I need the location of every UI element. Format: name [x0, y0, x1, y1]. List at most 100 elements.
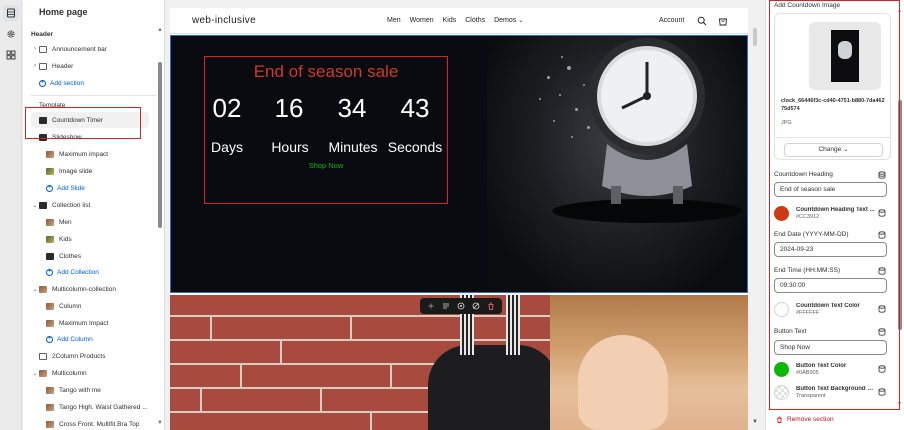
face	[578, 335, 668, 430]
tree-item-header[interactable]: › Header	[31, 58, 164, 74]
trash-icon[interactable]	[487, 302, 495, 310]
scrollbar-thumb[interactable]	[898, 100, 902, 330]
countdown-heading-input[interactable]: End of season sale	[774, 182, 887, 197]
dynamic-source-icon[interactable]	[878, 388, 886, 396]
chevron-right-icon[interactable]: ›	[31, 46, 39, 52]
menu-item-demos[interactable]: Demos ⌄	[494, 17, 523, 24]
apps-icon[interactable]	[3, 47, 19, 63]
tree-item-multicolumn-collection[interactable]: ⌄ Multicolumn-collection	[31, 281, 164, 297]
plus-circle-icon: +	[39, 79, 46, 87]
sections-icon[interactable]	[3, 5, 19, 21]
tree-item-maximum-impact-2[interactable]: Maximum Impact	[46, 315, 164, 331]
tree-item-2column-products[interactable]: 2Column Products	[31, 348, 164, 364]
cart-icon[interactable]	[718, 16, 728, 26]
hide-icon[interactable]	[472, 302, 480, 310]
tree-item-kids[interactable]: Kids	[46, 231, 164, 247]
duplicate-icon[interactable]	[457, 302, 465, 310]
chevron-down-icon[interactable]: ⌄	[31, 134, 39, 141]
scrollbar-thumb[interactable]	[753, 28, 757, 46]
text-color-swatch[interactable]	[774, 302, 789, 317]
preview-scrollbar[interactable]: ▼	[752, 24, 758, 430]
dynamic-source-icon[interactable]	[878, 231, 886, 239]
tree-item-collection-list[interactable]: ⌄ Collection list	[31, 197, 164, 213]
dynamic-source-icon[interactable]	[878, 267, 886, 275]
image-thumbnail-icon	[46, 403, 54, 411]
scroll-up-arrow-icon[interactable]: ▲	[897, 8, 902, 14]
image-picker-card[interactable]: clock_66446f3c-cd40-4751-b880-7da46275d5…	[774, 13, 891, 160]
theme-editor: Home page Header › Announcement bar › He…	[0, 0, 904, 430]
site-logo[interactable]: web-inclusive	[192, 15, 256, 26]
menu-item-kids[interactable]: Kids	[443, 17, 457, 24]
tree-item-image-slide[interactable]: Image slide	[46, 163, 164, 179]
scroll-down-arrow-icon[interactable]: ▼	[157, 420, 163, 426]
multicolumn-icon	[39, 369, 47, 377]
button-color-swatch[interactable]	[774, 362, 789, 377]
left-scrollbar[interactable]	[156, 26, 164, 430]
section-settings-panel: Add Countdown Image clock_66446f3c-cd40-…	[765, 0, 904, 430]
tree-item-column[interactable]: Column	[46, 298, 164, 314]
backpack-girl-photo	[170, 295, 748, 430]
text-color-label: Countdown Text Color	[796, 303, 860, 309]
heading-color-hex: #CC3912	[796, 214, 820, 220]
tree-item-maximum-impact[interactable]: Maximum impact	[46, 146, 164, 162]
scroll-down-arrow-icon[interactable]: ▼	[752, 419, 758, 425]
scroll-down-arrow-icon[interactable]: ▼	[897, 401, 902, 407]
change-image-button[interactable]: Change ⌄	[785, 144, 882, 156]
button-color-label: Button Text Color	[796, 363, 847, 369]
layout-icon	[39, 62, 47, 70]
template-group-label: Template	[39, 101, 66, 109]
dynamic-source-icon[interactable]	[878, 305, 886, 313]
image-thumbnail-icon	[46, 420, 54, 428]
tree-item-slideshow[interactable]: ⌄ Slideshow	[31, 129, 164, 145]
dynamic-source-icon[interactable]	[878, 171, 886, 179]
scroll-up-arrow-icon[interactable]: ▲	[157, 27, 163, 33]
tree-item-tango-high[interactable]: Tango High. Waist Gathered ...	[46, 399, 164, 415]
search-icon[interactable]	[697, 16, 707, 26]
menu-item-women[interactable]: Women	[410, 17, 434, 24]
chevron-down-icon[interactable]: ⌄	[31, 370, 39, 377]
tree-item-announcement-bar[interactable]: › Announcement bar	[31, 41, 164, 57]
remove-section-button[interactable]: Remove section	[776, 416, 834, 423]
shop-now-button[interactable]: Shop Now	[205, 161, 447, 170]
tree-item-countdown-timer[interactable]: Countdown Timer	[31, 112, 149, 128]
alarm-clock-photo	[487, 36, 747, 292]
button-color-hex: #0AB905	[796, 370, 819, 376]
clock-icon	[552, 38, 742, 223]
tree-item-cross-front[interactable]: Cross Front. Multifit Bra Top	[46, 416, 164, 430]
add-section-button[interactable]: + Add section	[39, 75, 164, 91]
button-bg-color-value: Transparent	[796, 393, 826, 399]
image-thumbnail-icon	[46, 386, 54, 394]
dynamic-source-icon[interactable]	[878, 328, 886, 336]
clock-icon	[838, 41, 852, 59]
gear-icon[interactable]	[3, 26, 19, 42]
account-link[interactable]: Account	[659, 17, 684, 24]
tree-item-tango-with-me[interactable]: Tango with me	[46, 382, 164, 398]
scrollbar-thumb[interactable]	[158, 62, 162, 228]
menu-item-cloths[interactable]: Cloths	[465, 17, 485, 24]
add-column-button[interactable]: + Add Column	[46, 331, 164, 347]
end-date-input[interactable]: 2024-09-23	[774, 242, 887, 257]
tree-item-men[interactable]: Men	[46, 214, 164, 230]
end-time-input[interactable]: 09:30:00	[774, 278, 887, 293]
add-slide-button[interactable]: + Add Slide	[46, 180, 164, 196]
backpack	[428, 345, 558, 430]
countdown-section[interactable]: End of season sale 02 16 34 43 Days Hour…	[170, 35, 748, 293]
heading-color-swatch[interactable]	[774, 206, 789, 221]
countdown-timer-block[interactable]: End of season sale 02 16 34 43 Days Hour…	[204, 56, 448, 204]
heading-color-label: Countdown Heading Text ...	[796, 207, 875, 213]
ai-sparkle-icon[interactable]	[427, 302, 435, 310]
move-icon[interactable]	[442, 302, 450, 310]
tree-item-multicolumn[interactable]: ⌄ Multicolumn	[31, 365, 164, 381]
add-collection-button[interactable]: + Add Collection	[46, 264, 164, 280]
chevron-down-icon[interactable]: ⌄	[31, 286, 39, 293]
chevron-right-icon[interactable]: ›	[31, 63, 39, 69]
editor-rail	[0, 0, 22, 430]
menu-item-men[interactable]: Men	[387, 17, 401, 24]
dynamic-source-icon[interactable]	[878, 365, 886, 373]
button-text-input[interactable]: Shop Now	[774, 340, 887, 355]
tree-item-clothes[interactable]: Clothes	[46, 248, 164, 264]
button-bg-color-swatch[interactable]	[774, 385, 789, 400]
chevron-down-icon[interactable]: ⌄	[31, 202, 39, 209]
settings-scrollbar[interactable]: ▲ ▼	[897, 8, 903, 408]
dynamic-source-icon[interactable]	[878, 209, 886, 217]
